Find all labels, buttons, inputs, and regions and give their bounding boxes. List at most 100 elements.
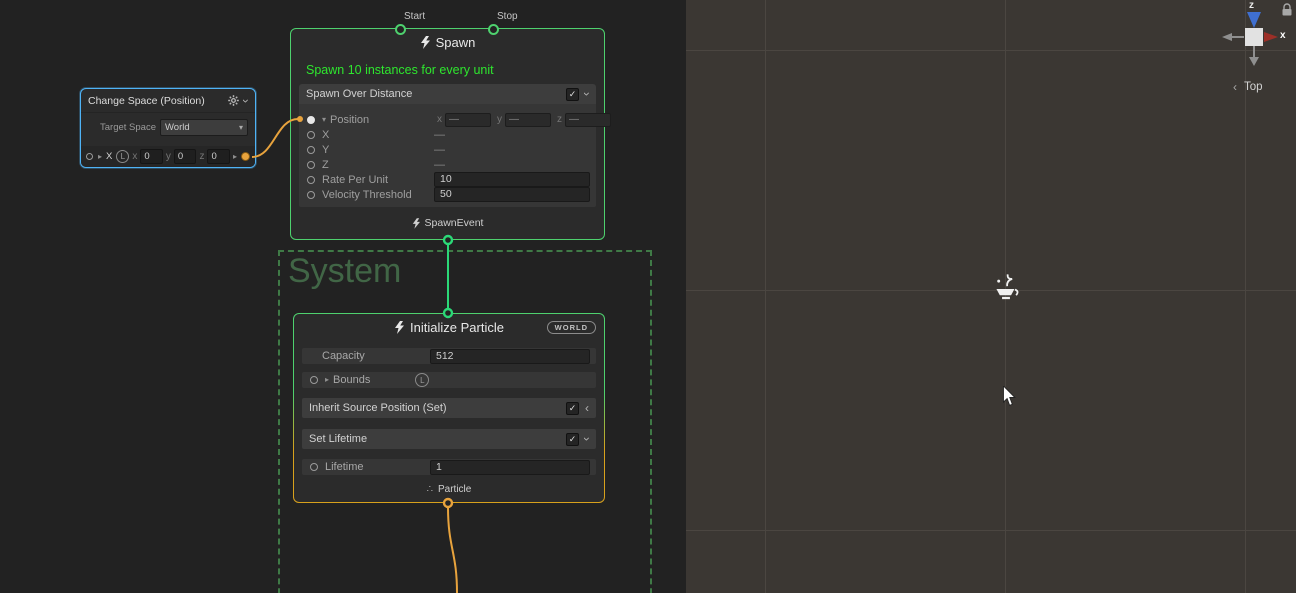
system-group-label: System xyxy=(288,252,401,291)
set-lifetime-block[interactable]: Set Lifetime ✓ › xyxy=(302,429,596,449)
position-input-port[interactable] xyxy=(307,116,315,124)
block-title: Set Lifetime xyxy=(309,433,367,445)
graph-canvas[interactable]: System Start Stop Spawn Spawn 10 instanc… xyxy=(0,0,686,593)
block-enabled-checkbox[interactable]: ✓ xyxy=(566,88,579,101)
gizmo-view-label[interactable]: Top xyxy=(1244,81,1263,93)
change-space-io-row: ▸ X L x 0 y 0 z 0 ▸ xyxy=(81,146,255,167)
grid-line xyxy=(765,0,766,593)
y-value: — xyxy=(434,144,445,156)
lightning-icon xyxy=(412,218,420,229)
x-value-field[interactable]: 0 xyxy=(140,149,163,164)
change-space-title: Change Space (Position) xyxy=(88,95,223,107)
lifetime-label: Lifetime xyxy=(325,461,430,473)
position-y-group: y — xyxy=(497,113,551,127)
grid-line xyxy=(686,530,1296,531)
velocity-threshold-port[interactable] xyxy=(307,191,315,199)
particle-output-label: Particle xyxy=(438,484,471,495)
block-title: Inherit Source Position (Set) xyxy=(309,402,447,414)
gizmo-menu-chevron-icon[interactable]: ‹ xyxy=(1233,80,1237,94)
initialize-particle-node[interactable]: Initialize Particle WORLD Capacity 512 ▸… xyxy=(293,313,605,503)
capacity-label: Capacity xyxy=(308,350,430,362)
spawn-node-header[interactable]: Spawn xyxy=(291,29,604,55)
x-input-port[interactable] xyxy=(86,153,93,160)
axis-z-label: z xyxy=(557,114,562,125)
check-icon: ✓ xyxy=(569,403,577,414)
world-space-badge[interactable]: WORLD xyxy=(547,321,596,334)
gizmo-axis-stem xyxy=(1232,36,1244,38)
grid-line xyxy=(686,50,1296,51)
rate-per-unit-port[interactable] xyxy=(307,176,315,184)
lightning-icon xyxy=(394,321,404,334)
position-x-field[interactable]: — xyxy=(445,113,491,127)
bounds-row: ▸ Bounds L xyxy=(302,372,596,388)
z-value-field[interactable]: 0 xyxy=(207,149,230,164)
spawn-context-node[interactable]: Spawn Spawn 10 instances for every unit … xyxy=(290,28,605,240)
position-label: Position xyxy=(330,114,431,126)
gizmo-negative-x-handle[interactable] xyxy=(1222,33,1232,41)
velocity-threshold-field[interactable]: 50 xyxy=(434,187,590,202)
triangle-down-icon[interactable]: ▾ xyxy=(322,116,326,124)
block-title: Spawn Over Distance xyxy=(306,88,412,100)
x-subrow: X — xyxy=(305,127,590,142)
spawn-over-distance-block-header[interactable]: Spawn Over Distance ✓ › xyxy=(299,84,596,104)
lifetime-input-port[interactable] xyxy=(310,463,318,471)
target-space-dropdown[interactable]: World ▾ xyxy=(160,119,248,136)
gizmo-x-axis-handle[interactable] xyxy=(1264,32,1278,42)
capacity-row: Capacity 512 xyxy=(302,348,596,364)
lifetime-field[interactable]: 1 xyxy=(430,460,590,475)
inherit-source-position-block[interactable]: Inherit Source Position (Set) ✓ ‹ xyxy=(302,398,596,418)
spawn-event-output[interactable]: SpawnEvent xyxy=(291,209,604,237)
chevron-left-icon[interactable]: ‹ xyxy=(585,402,589,414)
gear-icon[interactable] xyxy=(228,95,239,106)
triangle-right-icon[interactable]: ▸ xyxy=(98,153,102,161)
chevron-down-icon[interactable]: › xyxy=(581,92,593,96)
block-enabled-checkbox[interactable]: ✓ xyxy=(566,433,579,446)
y-input-port[interactable] xyxy=(307,146,315,154)
spawn-start-port[interactable] xyxy=(395,24,406,35)
x-input-port[interactable] xyxy=(307,131,315,139)
check-icon: ✓ xyxy=(569,434,577,445)
rate-per-unit-field[interactable]: 10 xyxy=(434,172,590,187)
gizmo-axis-stem xyxy=(1253,46,1255,57)
spawn-stop-port[interactable] xyxy=(488,24,499,35)
target-space-row: Target Space World ▾ xyxy=(81,113,255,136)
position-z-field[interactable]: — xyxy=(565,113,611,127)
initialize-node-header[interactable]: Initialize Particle WORLD xyxy=(294,314,604,340)
spawn-stop-port-label: Stop xyxy=(497,11,518,22)
axis-y-label: y xyxy=(497,114,502,125)
lock-icon[interactable] xyxy=(1281,3,1293,17)
lightning-icon xyxy=(420,36,430,49)
local-space-icon[interactable]: L xyxy=(415,373,429,387)
gizmo-cube[interactable] xyxy=(1245,28,1263,46)
particle-output[interactable]: ∴ Particle xyxy=(294,477,604,501)
chevron-down-icon[interactable]: › xyxy=(581,437,593,441)
velocity-threshold-row: Velocity Threshold 50 xyxy=(305,187,590,202)
position-y-field[interactable]: — xyxy=(505,113,551,127)
local-space-icon[interactable]: L xyxy=(116,150,129,163)
bounds-input-port[interactable] xyxy=(310,376,318,384)
gizmo-negative-z-handle[interactable] xyxy=(1249,57,1259,66)
change-space-node[interactable]: Change Space (Position) › Target Space W… xyxy=(80,88,256,168)
position-row: ▾ Position x — y — z — xyxy=(305,112,590,127)
axis-x-label: x xyxy=(132,151,137,162)
spawn-block-rows: ▾ Position x — y — z — xyxy=(299,104,596,207)
chevron-down-icon[interactable]: › xyxy=(240,99,252,103)
x-value: — xyxy=(434,129,445,141)
triangle-right-icon[interactable]: ▸ xyxy=(325,376,329,384)
z-input-port[interactable] xyxy=(307,161,315,169)
z-label: Z xyxy=(322,159,434,171)
gizmo-z-axis-handle[interactable] xyxy=(1247,12,1261,28)
change-space-header[interactable]: Change Space (Position) › xyxy=(81,89,255,113)
position-x-group: x — xyxy=(437,113,491,127)
position-output-port[interactable] xyxy=(241,152,250,161)
mouse-cursor xyxy=(1002,386,1016,407)
y-value-field[interactable]: 0 xyxy=(174,149,197,164)
capacity-field[interactable]: 512 xyxy=(430,349,590,364)
spawn-event-label: SpawnEvent xyxy=(425,217,484,229)
scene-view[interactable]: z x ‹ Top xyxy=(686,0,1296,593)
block-enabled-checkbox[interactable]: ✓ xyxy=(566,402,579,415)
gizmo-x-axis-label: x xyxy=(1280,30,1286,41)
z-subrow: Z — xyxy=(305,157,590,172)
visual-effect-gizmo-icon[interactable] xyxy=(988,271,1024,307)
gizmo-z-axis-label: z xyxy=(1249,0,1254,11)
